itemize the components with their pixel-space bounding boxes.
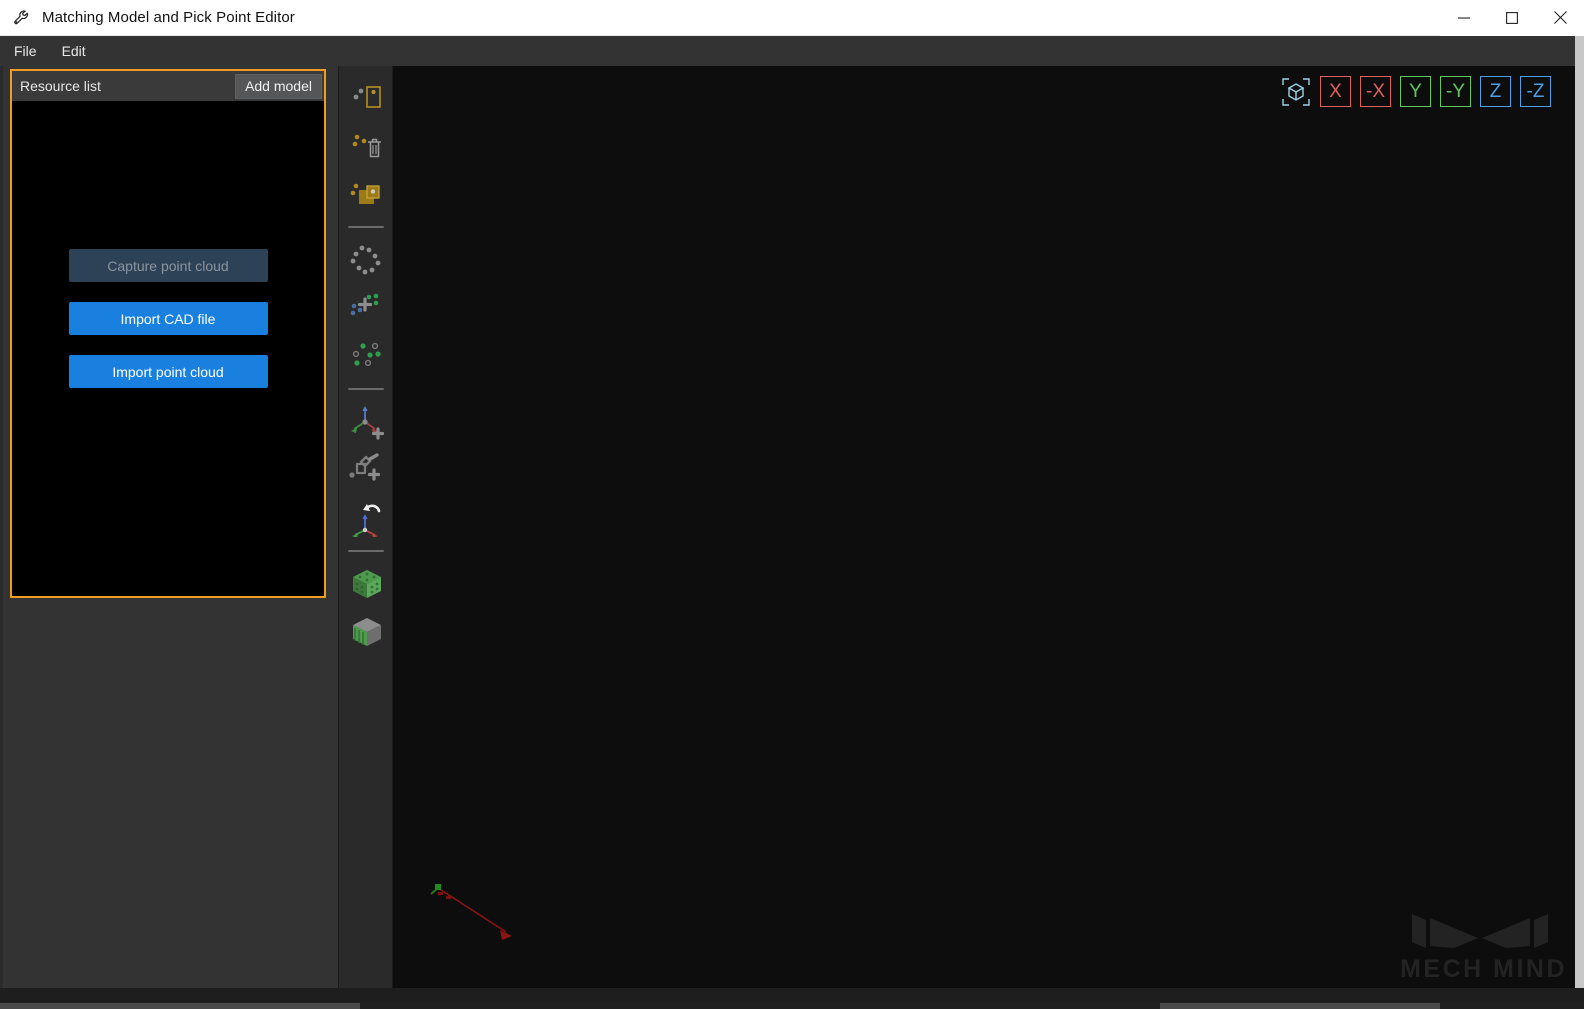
close-button[interactable] [1536,0,1584,36]
import-cad-file-button[interactable]: Import CAD file [68,302,268,335]
resource-list-body[interactable]: Capture point cloud Import CAD file Impo… [12,101,324,596]
point-cloud-icon[interactable] [339,236,394,284]
select-points-icon[interactable] [339,332,394,380]
separator-1 [347,226,384,228]
delete-points-icon[interactable] [339,122,394,170]
menu-item-file[interactable]: File [3,39,48,63]
mech-mind-watermark: MECH MIND [1400,908,1567,984]
horizontal-scrollbar-track[interactable] [0,1003,1584,1009]
rotate-frame-icon[interactable] [339,494,394,542]
minimize-button[interactable] [1440,0,1488,36]
add-pick-point-icon[interactable] [339,398,394,446]
horizontal-scrollbar-thumb-left[interactable] [0,1003,360,1009]
maximize-button[interactable] [1488,0,1536,36]
window-controls [1440,0,1584,36]
menu-bar: File Edit [0,36,1584,66]
iso-view-button[interactable] [1280,76,1311,107]
sidebar-left-edge [0,66,3,988]
right-window-edge [1575,36,1584,1009]
solid-cube-icon[interactable] [339,608,394,656]
voxel-cube-icon[interactable] [339,560,394,608]
x-view-button[interactable]: X [1320,76,1351,107]
import-point-cloud-button[interactable]: Import point cloud [68,355,268,388]
crop-region-icon[interactable] [339,170,394,218]
window-title: Matching Model and Pick Point Editor [42,9,295,26]
select-region-icon[interactable] [339,74,394,122]
axis-gizmo [428,878,528,953]
neg-y-view-button[interactable]: -Y [1440,76,1471,107]
wrench-icon [12,8,32,28]
horizontal-scrollbar-thumb-right[interactable] [1160,1003,1440,1009]
title-bar: Matching Model and Pick Point Editor [0,0,1584,36]
add-symmetry-icon[interactable] [339,446,394,494]
left-sidebar: Resource list Add model Capture point cl… [0,66,338,988]
panel-title: Resource list [20,78,101,94]
capture-point-cloud-button[interactable]: Capture point cloud [68,249,268,282]
neg-x-view-button[interactable]: -X [1360,76,1391,107]
resource-list-header: Resource list Add model [12,71,324,101]
separator-2 [347,388,384,390]
menu-item-edit[interactable]: Edit [51,39,97,63]
vertical-toolbar [338,66,393,988]
add-point-cloud-icon[interactable] [339,284,394,332]
separator-3 [347,550,384,552]
neg-z-view-button[interactable]: -Z [1520,76,1551,107]
view-orientation-buttons: X -X Y -Y Z -Z [1280,76,1551,107]
3d-viewport[interactable]: X -X Y -Y Z -Z MECH MIND [393,66,1575,988]
resource-list-panel: Resource list Add model Capture point cl… [10,69,326,598]
watermark-text: MECH MIND [1400,955,1567,983]
y-view-button[interactable]: Y [1400,76,1431,107]
add-model-button[interactable]: Add model [235,74,322,99]
z-view-button[interactable]: Z [1480,76,1511,107]
